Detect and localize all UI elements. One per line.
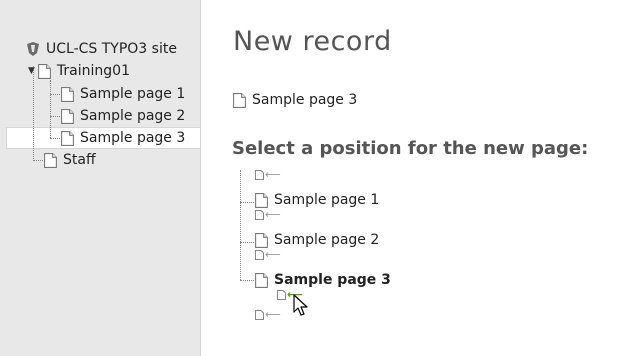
position-tree-item-current: Sample page 3: [255, 272, 391, 288]
page-title: New record: [233, 26, 392, 57]
tree-item-staff[interactable]: Staff: [44, 150, 96, 170]
insert-arrow-icon: ⟵: [265, 248, 281, 261]
tree-item-label: Staff: [63, 152, 96, 168]
position-heading: Select a position for the new page:: [232, 138, 589, 159]
insert-arrow-icon: ⟵: [265, 208, 281, 221]
page-icon: [255, 170, 264, 180]
page-tree-panel: UCL-CS TYPO3 site ▼ Training01 Sample pa…: [0, 0, 201, 356]
page-icon: [277, 290, 286, 300]
insert-position-button[interactable]: ⟵: [255, 248, 281, 261]
tree-connector: [50, 80, 51, 138]
page-icon: [61, 109, 74, 124]
mouse-pointer-icon: [293, 294, 308, 316]
page-icon: [255, 210, 264, 220]
tree-item-sample-page-1[interactable]: Sample page 1: [61, 84, 185, 104]
page-icon: [255, 250, 264, 260]
insert-position-button[interactable]: ⟵: [255, 308, 281, 321]
page-icon: [61, 87, 74, 102]
tree-root-label: UCL-CS TYPO3 site: [46, 41, 177, 57]
page-icon: [233, 93, 246, 108]
content-area: New record Sample page 3 Select a positi…: [201, 0, 640, 356]
tree-connector: [240, 202, 254, 203]
position-tree: ⟵ Sample page 1 ⟵ Sample page 2 ⟵ Sample…: [231, 166, 431, 336]
page-icon: [255, 310, 264, 320]
tree-connector: [240, 280, 254, 281]
current-page-indicator: Sample page 3: [233, 92, 357, 108]
tree-item-label: Sample page 2: [80, 108, 186, 124]
insert-position-button[interactable]: ⟵: [255, 208, 281, 221]
page-icon: [38, 64, 51, 79]
tree-item-label: Sample page 3: [80, 130, 186, 146]
page-icon: [255, 193, 268, 208]
collapse-toggle-icon[interactable]: ▼: [28, 66, 35, 76]
insert-position-button[interactable]: ⟵: [255, 168, 281, 181]
position-tree-item: Sample page 1: [255, 192, 379, 208]
page-icon: [44, 153, 57, 168]
tree-connector: [33, 160, 43, 161]
tree-item-sample-page-3[interactable]: Sample page 3: [61, 128, 185, 148]
tree-connector: [240, 170, 241, 280]
tree-connector: [50, 94, 60, 95]
position-item-label: Sample page 2: [274, 232, 380, 248]
tree-item-label: Training01: [56, 63, 130, 79]
tree-root-site[interactable]: UCL-CS TYPO3 site: [25, 39, 177, 59]
insert-arrow-icon: ⟵: [265, 168, 281, 181]
tree-item-sample-page-2[interactable]: Sample page 2: [61, 106, 185, 126]
page-icon: [255, 233, 268, 248]
tree-item-label: Sample page 1: [80, 86, 186, 102]
tree-connector: [50, 116, 60, 117]
tree-item-training01[interactable]: ▼ Training01: [28, 61, 130, 81]
insert-arrow-icon: ⟵: [265, 308, 281, 321]
position-tree-item: Sample page 2: [255, 232, 379, 248]
typo3-logo-icon: [27, 42, 39, 56]
tree-connector: [240, 242, 254, 243]
position-item-label: Sample page 3: [274, 272, 391, 288]
page-icon: [255, 273, 268, 288]
position-item-label: Sample page 1: [274, 192, 380, 208]
current-page-label: Sample page 3: [252, 92, 358, 108]
page-icon: [61, 131, 74, 146]
tree-connector: [50, 138, 60, 139]
